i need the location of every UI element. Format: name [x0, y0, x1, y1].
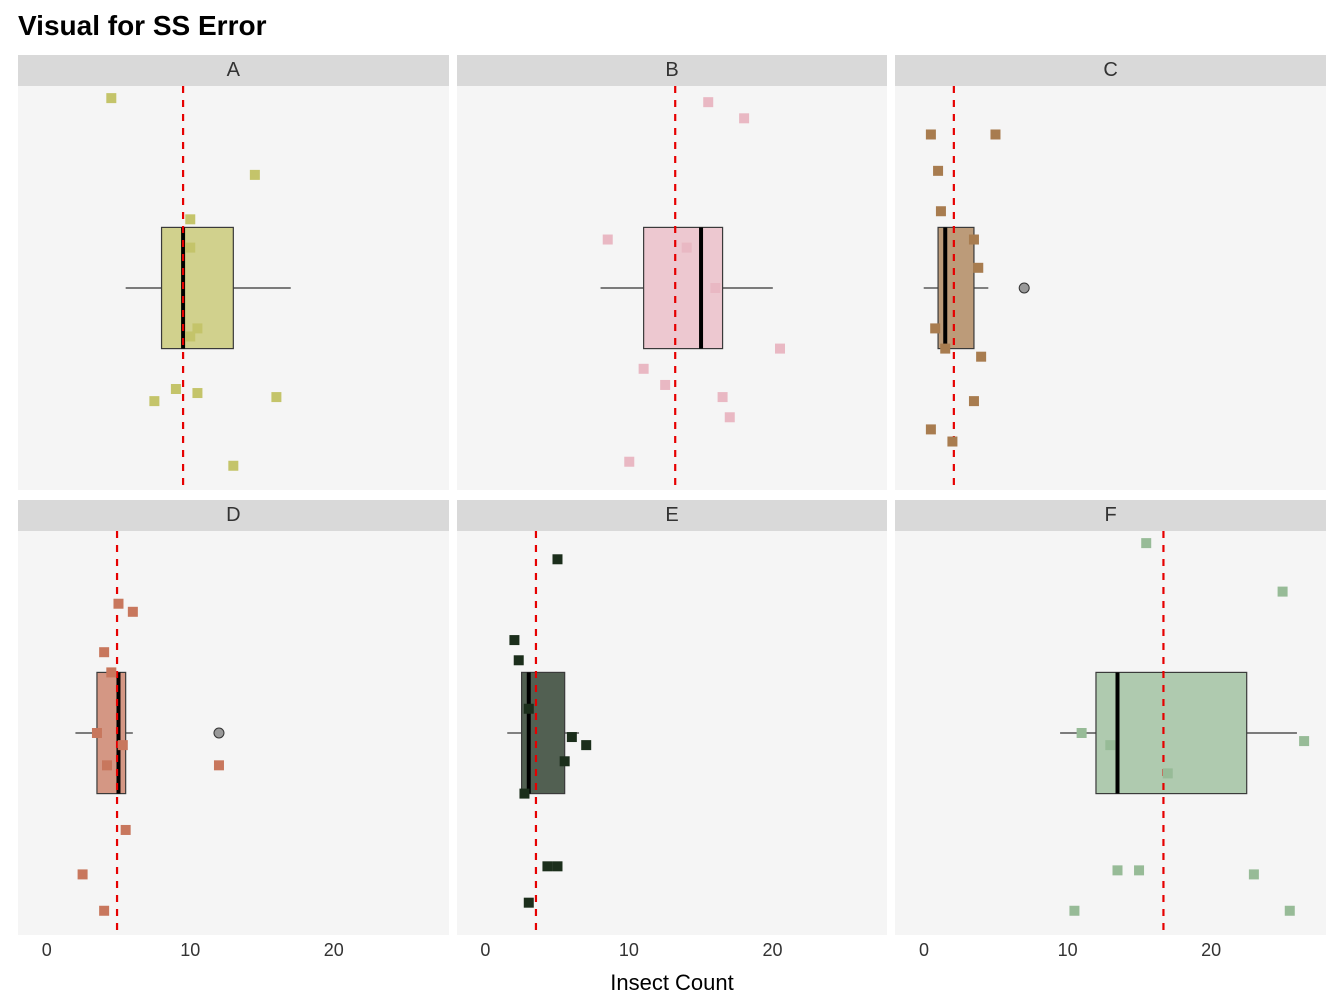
x-tick: 10: [180, 940, 200, 961]
facet-label: B: [457, 55, 888, 86]
panel-B: [457, 86, 888, 490]
facet-D: D: [18, 500, 449, 935]
facet-F: F: [895, 500, 1326, 935]
facet-label: C: [895, 55, 1326, 86]
x-tick: 10: [619, 940, 639, 961]
x-tick: 20: [324, 940, 344, 961]
page-title: Visual for SS Error: [18, 10, 266, 42]
panel-F: [895, 531, 1326, 935]
facet-label: A: [18, 55, 449, 86]
facet-label: D: [18, 500, 449, 531]
x-tick: 0: [480, 940, 490, 961]
x-axis: 0 10 20 0 10 20 0 10 20: [18, 940, 1326, 970]
facet-B: B: [457, 55, 888, 490]
facet-grid: A B C D E F: [18, 55, 1326, 935]
panel-D: [18, 531, 449, 935]
chart-root: Visual for SS Error A B C D E F 0 10 20: [0, 0, 1344, 1008]
facet-label: F: [895, 500, 1326, 531]
facet-E: E: [457, 500, 888, 935]
x-tick: 10: [1058, 940, 1078, 961]
facet-label: E: [457, 500, 888, 531]
x-tick: 20: [762, 940, 782, 961]
panel-A: [18, 86, 449, 490]
x-axis-label: Insect Count: [0, 970, 1344, 996]
x-ticks: 0 10 20: [457, 940, 888, 970]
x-ticks: 0 10 20: [18, 940, 449, 970]
x-tick: 0: [42, 940, 52, 961]
facet-A: A: [18, 55, 449, 490]
panel-C: [895, 86, 1326, 490]
x-tick: 20: [1201, 940, 1221, 961]
x-ticks: 0 10 20: [895, 940, 1326, 970]
x-tick: 0: [919, 940, 929, 961]
facet-C: C: [895, 55, 1326, 490]
panel-E: [457, 531, 888, 935]
